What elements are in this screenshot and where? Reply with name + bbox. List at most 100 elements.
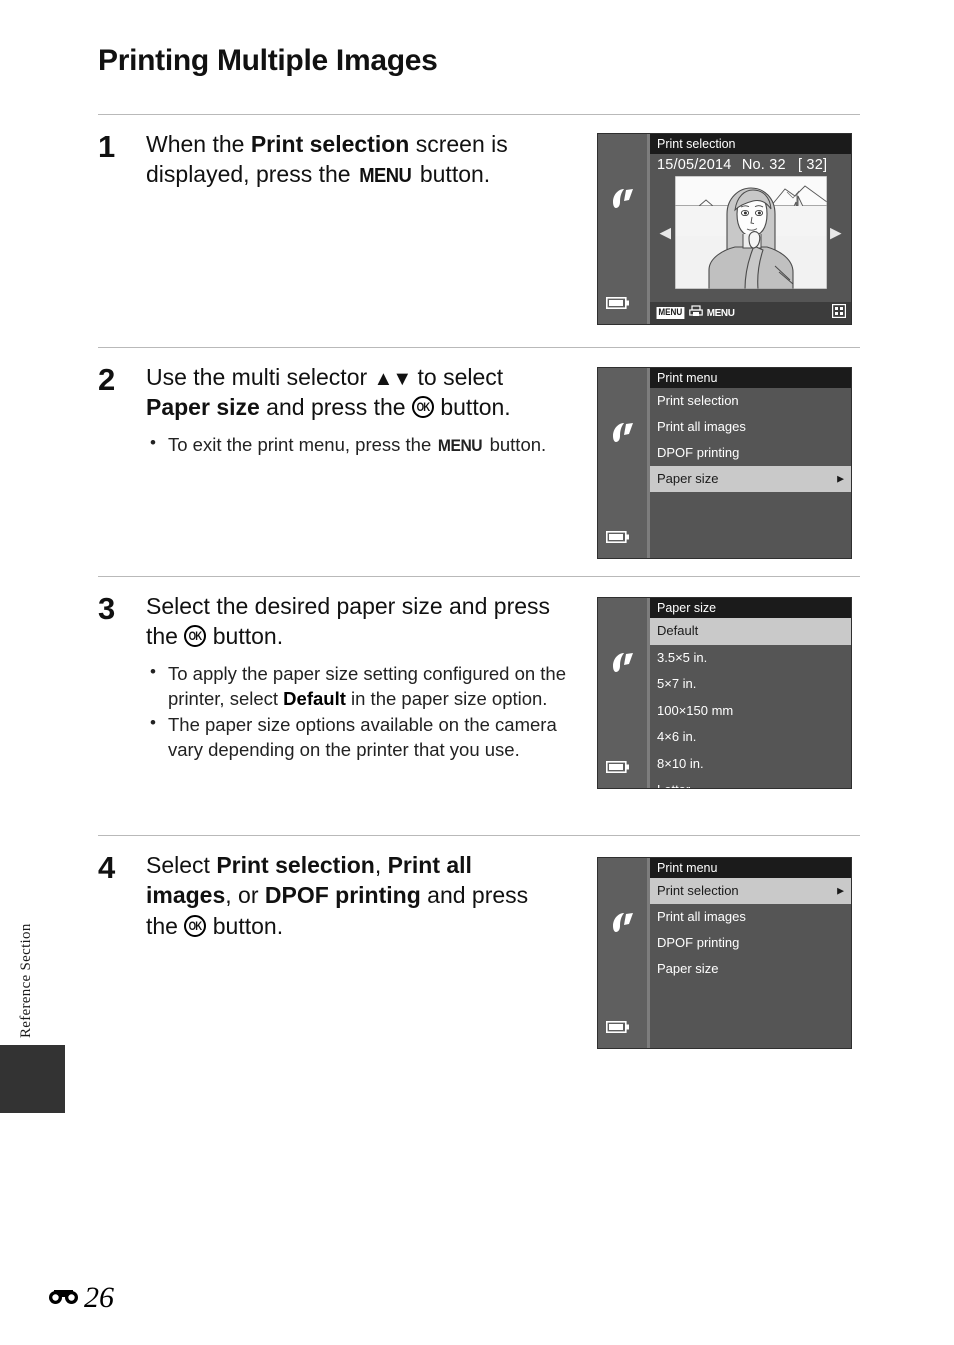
menu-item-label: Default	[657, 623, 699, 638]
menu-item-label: 8×10 in.	[657, 755, 704, 771]
lcd-side-panel	[598, 858, 650, 1048]
step-3-bullet-2-a: The paper size options available on the …	[168, 714, 557, 761]
ok-button-icon	[184, 625, 207, 648]
menu-item-3-5x5-in[interactable]: 3.5×5 in.	[650, 645, 851, 672]
lcd-main-area: Print selection 15/05/2014 No. 32 [ 32]	[650, 134, 851, 324]
menu-item-print-all-images[interactable]: Print all images	[650, 904, 851, 930]
menu-item-print-selection[interactable]: Print selection ▶	[650, 878, 851, 904]
lcd-menu-list: Print selection ▶ Print all images DPOF …	[650, 878, 851, 982]
battery-icon	[606, 296, 630, 314]
step-4-bold-print-selection: Print selection	[216, 852, 375, 878]
menu-item-print-all-images[interactable]: Print all images	[650, 414, 851, 440]
ok-button-icon	[411, 396, 434, 419]
menu-item-paper-size[interactable]: Paper size ▶	[650, 466, 851, 492]
lcd-photo: ◀ ▶	[660, 175, 842, 290]
menu-item-label: Paper size	[657, 471, 719, 486]
lcd-image-number: No. 32	[741, 157, 786, 173]
step-2-bold-paper-size: Paper size	[146, 394, 260, 421]
step-1-number: 1	[98, 129, 116, 164]
menu-item-default[interactable]: Default	[650, 618, 851, 645]
menu-item-label: Print selection	[657, 393, 739, 408]
prev-image-arrow[interactable]: ◀	[660, 225, 672, 240]
step-2-text-b: to select	[411, 364, 504, 390]
list-item: To exit the print menu, press the MENU b…	[146, 432, 556, 458]
camera-screen-paper-size: Paper size Default 3.5×5 in. 5×7 in. 100…	[597, 597, 852, 789]
lcd-title: Paper size	[650, 598, 851, 618]
lcd-side-panel	[598, 598, 650, 788]
menu-item-letter[interactable]: Letter	[650, 777, 851, 788]
step-2-text-c: and press the	[259, 394, 412, 421]
lcd-main-area: Print menu Print selection Print all ima…	[650, 368, 851, 558]
step-1-bold-print-selection: Print selection	[250, 131, 410, 157]
list-item: The paper size options available on the …	[146, 712, 568, 763]
battery-icon	[606, 530, 630, 548]
flash-swirl-icon	[609, 420, 637, 451]
menu-chip-icon: MENU	[656, 307, 684, 319]
step-4-text-b: ,	[374, 852, 388, 878]
step-3-text-b: button.	[206, 623, 284, 650]
page-title: Printing Multiple Images	[98, 44, 438, 77]
step-3-text: Select the desired paper size and press …	[146, 591, 568, 652]
lcd-image-info: 15/05/2014 No. 32 [ 32]	[650, 154, 851, 173]
lcd-main-area: Print menu Print selection ▶ Print all i…	[650, 858, 851, 1048]
step-4-text: Select Print selection, Print all images…	[146, 850, 556, 941]
menu-item-dpof-printing[interactable]: DPOF printing	[650, 440, 851, 466]
step-2-text-d: button.	[433, 394, 511, 421]
menu-item-dpof-printing[interactable]: DPOF printing	[650, 930, 851, 956]
page-number: 26	[84, 1280, 114, 1314]
camera-screen-print-menu-paper-size: Print menu Print selection Print all ima…	[597, 367, 852, 559]
step-2-text: Use the multi selector ▲▼ to select Pape…	[146, 362, 556, 423]
menu-label: MENU	[706, 307, 735, 319]
step-4-text-e: button.	[206, 912, 284, 939]
lcd-side-panel	[598, 368, 650, 558]
menu-item-label: Letter	[657, 782, 690, 788]
lcd-menu-list: Default 3.5×5 in. 5×7 in. 100×150 mm 4×6…	[650, 618, 851, 788]
battery-icon	[606, 1020, 630, 1038]
menu-item-label: DPOF printing	[657, 445, 740, 460]
menu-item-8x10-in[interactable]: 8×10 in.	[650, 751, 851, 778]
step-3-number: 3	[98, 591, 116, 626]
menu-item-label: Print all images	[657, 419, 746, 434]
menu-item-label: Print all images	[657, 909, 746, 924]
step-4-text-a: Select	[146, 852, 217, 878]
menu-item-label: 3.5×5 in.	[657, 649, 708, 665]
menu-item-label: 4×6 in.	[657, 729, 697, 744]
step-2-text-a: Use the multi selector	[146, 364, 374, 390]
chevron-right-icon: ▶	[837, 473, 844, 484]
menu-item-label: 5×7 in.	[657, 676, 697, 691]
menu-item-4x6-in[interactable]: 4×6 in.	[650, 724, 851, 751]
ok-button-icon	[184, 914, 207, 937]
section-side-label: Reference Section	[18, 923, 34, 1038]
menu-item-100x150-mm[interactable]: 100×150 mm	[650, 698, 851, 725]
menu-item-paper-size[interactable]: Paper size	[650, 956, 851, 982]
lcd-title: Print menu	[650, 858, 851, 878]
flash-swirl-icon	[609, 910, 637, 941]
flash-swirl-icon	[609, 186, 637, 217]
step-3-bullets: To apply the paper size setting configur…	[146, 661, 568, 763]
step-1-text-a: When the	[146, 131, 251, 157]
step-4-bold-dpof-printing: DPOF printing	[264, 882, 421, 909]
menu-item-5x7-in[interactable]: 5×7 in.	[650, 671, 851, 698]
list-item: To apply the paper size setting configur…	[146, 661, 568, 712]
menu-item-label: 100×150 mm	[657, 702, 734, 718]
lcd-title: Print selection	[650, 134, 851, 154]
chevron-right-icon: ▶	[837, 885, 844, 896]
menu-item-label: Paper size	[657, 961, 719, 976]
lcd-menu-list: Print selection Print all images DPOF pr…	[650, 388, 851, 492]
menu-item-print-selection[interactable]: Print selection	[650, 388, 851, 414]
lcd-bottom-bar: MENU MENU	[650, 302, 851, 324]
step-4-text-c: , or	[225, 882, 265, 909]
lcd-title: Print menu	[650, 368, 851, 388]
flash-swirl-icon	[609, 650, 637, 681]
printer-icon	[688, 304, 703, 322]
thumbnail-grid-icon[interactable]	[832, 303, 847, 323]
menu-item-label: Print selection	[657, 883, 739, 898]
page-footer: 26	[48, 1282, 114, 1313]
next-image-arrow[interactable]: ▶	[830, 225, 842, 240]
camera-screen-print-selection: Print selection 15/05/2014 No. 32 [ 32]	[597, 133, 852, 325]
step-1-text-c: button.	[413, 161, 491, 188]
step-2-bullet-1-b: button.	[484, 433, 547, 455]
multi-selector-updown-icon: ▲▼	[373, 368, 413, 390]
menu-button-glyph: MENU	[359, 165, 412, 188]
manual-page: Reference Section 26 Printing Multiple I…	[0, 0, 954, 1345]
